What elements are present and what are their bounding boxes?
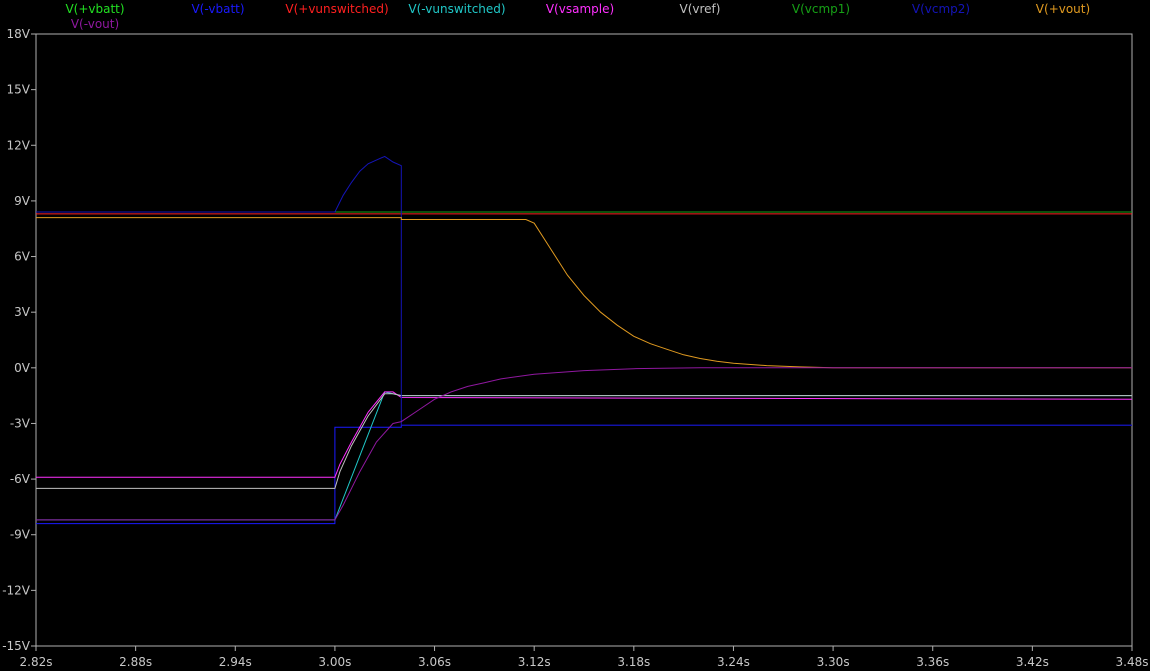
x-tick-label: 3.18s [617,655,650,669]
x-tick-label: 3.00s [318,655,351,669]
axis-ticks: 2.82s 2.88s 2.94s 3.00s 3.06s 3.12s 3.18s 3.24s… [2,27,1148,669]
y-tick-label: 0V [14,361,31,375]
x-tick-label: 3.30s [817,655,850,669]
legend-item[interactable]: V(vref) [680,2,721,16]
trace[interactable] [36,217,1132,369]
x-tick-label: 3.36s [916,655,949,669]
trace[interactable] [36,155,1132,426]
x-tick-label: 3.06s [418,655,451,669]
legend-item[interactable]: V(-vbatt) [191,2,244,16]
trace[interactable] [36,391,1132,521]
y-tick-label: 3V [14,305,31,319]
x-tick-label: 3.42s [1016,655,1049,669]
y-tick-label: 15V [7,83,31,97]
x-tick-label: 2.88s [119,655,152,669]
trace[interactable] [36,391,1133,478]
y-tick-label: 6V [14,250,31,264]
y-tick-label: -15V [2,639,31,653]
y-tick-label: -9V [10,528,31,542]
y-tick-label: 18V [7,27,31,41]
legend-item[interactable]: V(-vunswitched) [408,2,505,16]
trace[interactable] [36,424,1132,525]
legend-item[interactable]: V(vcmp1) [792,2,850,16]
waveform-plot[interactable]: V(+vbatt) V(-vbatt) V(+vunswitched) V(-vuns… [0,0,1150,671]
x-tick-label: 2.82s [20,655,53,669]
y-tick-label: -6V [10,472,31,486]
x-tick-label: 3.12s [518,655,551,669]
trace[interactable] [36,393,1132,489]
trace[interactable] [36,367,1132,521]
legend: V(+vbatt) V(-vbatt) V(+vunswitched) V(-vuns… [65,2,1090,31]
y-tick-label: 9V [14,194,31,208]
legend-item[interactable]: V(vcmp2) [912,2,970,16]
x-tick-label: 2.94s [219,655,252,669]
legend-item[interactable]: V(+vunswitched) [285,2,388,16]
legend-item[interactable]: V(vsample) [546,2,614,16]
x-tick-label: 3.48s [1116,655,1149,669]
y-tick-label: 12V [7,138,31,152]
plot-frame [35,33,1133,647]
legend-item[interactable]: V(+vout) [1036,2,1090,16]
y-tick-label: -3V [10,416,31,430]
legend-item[interactable]: V(+vbatt) [65,2,124,16]
traces[interactable] [36,155,1133,525]
x-tick-label: 3.24s [717,655,750,669]
y-tick-label: -12V [2,583,31,597]
legend-item[interactable]: V(-vout) [71,17,119,31]
